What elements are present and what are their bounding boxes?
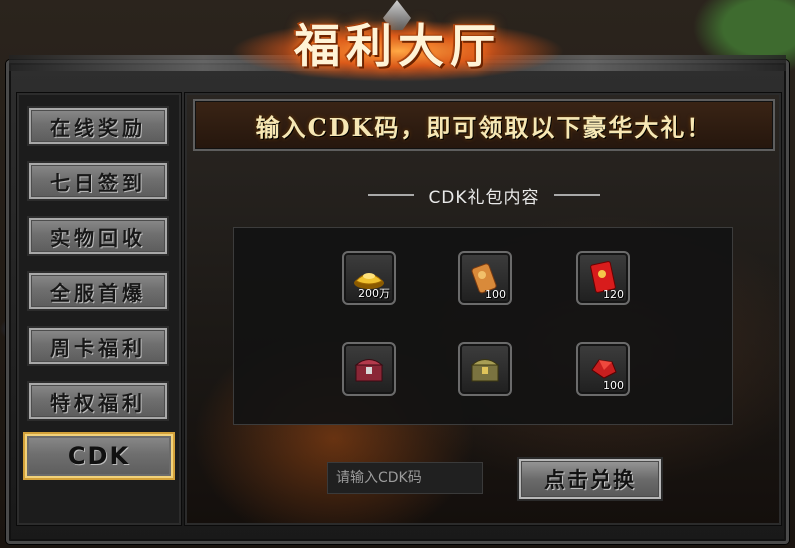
gift-slot-red-chest[interactable] <box>342 342 396 396</box>
gift-qty: 100 <box>603 379 624 392</box>
gift-slot-red-envelope[interactable]: 120 <box>576 251 630 305</box>
sidebar-item-label: 七日签到 <box>50 170 146 195</box>
sidebar-item-label: 在线奖励 <box>50 115 146 140</box>
sidebar-item-online-reward[interactable]: 在线奖励 <box>27 106 169 146</box>
sidebar-item-first-drop[interactable]: 全服首爆 <box>27 271 169 311</box>
gift-slot-red-gem[interactable]: 100 <box>576 342 630 396</box>
sidebar-item-weekly-card[interactable]: 周卡福利 <box>27 326 169 366</box>
cdk-input[interactable] <box>327 462 483 494</box>
cdk-panel: 输入CDK码，即可领取以下豪华大礼！ CDK礼包内容 200万 100 120 … <box>184 92 782 526</box>
sidebar-item-label: 全服首爆 <box>50 280 146 305</box>
gift-qty: 120 <box>603 288 624 301</box>
sidebar-item-privilege[interactable]: 特权福利 <box>27 381 169 421</box>
sidebar-item-label: 周卡福利 <box>50 335 146 360</box>
gift-qty: 100 <box>485 288 506 301</box>
divider <box>368 194 415 196</box>
window-title: 福利大厅 <box>294 19 502 73</box>
title-banner: 福利大厅 <box>258 8 538 78</box>
sidebar-item-label: CDK <box>67 442 131 470</box>
sidebar-item-label: 特权福利 <box>50 390 146 415</box>
gold-treasure-chest-icon <box>470 359 500 382</box>
banner-text: 输入CDK码，即可领取以下豪华大礼！ <box>255 112 713 142</box>
gift-slot-gold-chest[interactable] <box>458 342 512 396</box>
gift-slot-gold-ingot[interactable]: 200万 <box>342 251 396 305</box>
redeem-button-label: 点击兑换 <box>544 468 636 492</box>
gift-list: 200万 100 120 100 <box>233 227 733 425</box>
cdk-banner: 输入CDK码，即可领取以下豪华大礼！ <box>193 99 775 151</box>
sidebar: 在线奖励 七日签到 实物回收 全服首爆 周卡福利 特权福利 CDK <box>16 92 182 526</box>
gift-qty: 200万 <box>358 287 390 300</box>
redeem-button[interactable]: 点击兑换 <box>517 457 663 501</box>
gift-slot-scroll[interactable]: 100 <box>458 251 512 305</box>
sidebar-item-daily-signin[interactable]: 七日签到 <box>27 161 169 201</box>
sidebar-item-cdk[interactable]: CDK <box>23 432 175 480</box>
divider <box>553 194 600 196</box>
red-treasure-chest-icon <box>354 359 384 382</box>
section-header: CDK礼包内容 <box>345 183 623 208</box>
sidebar-item-item-recycle[interactable]: 实物回收 <box>27 216 169 256</box>
sidebar-item-label: 实物回收 <box>50 225 146 250</box>
section-title: CDK礼包内容 <box>428 187 540 208</box>
